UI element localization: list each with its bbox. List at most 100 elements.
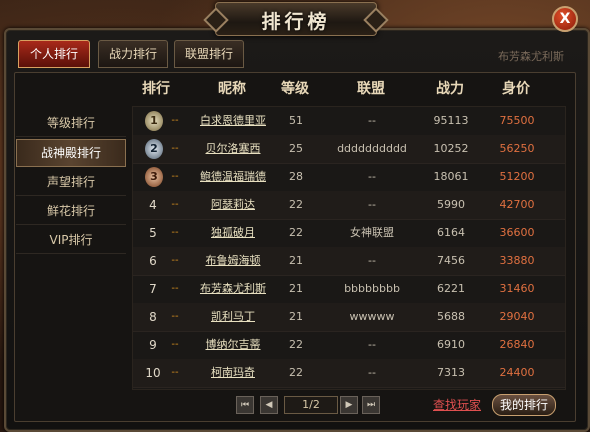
power-value: 6910: [437, 338, 465, 351]
power-value: 6221: [437, 282, 465, 295]
level-value: 21: [289, 254, 303, 267]
header-worth: 身价: [502, 81, 530, 97]
level-value: 21: [289, 282, 303, 295]
rank-number: 9: [149, 338, 157, 352]
rank-change-indicator: --: [171, 171, 179, 182]
player-name-link[interactable]: 博纳尔吉蒂: [193, 331, 273, 359]
rank-number: 10: [145, 366, 161, 380]
player-name-link[interactable]: 布鲁姆海顿: [193, 247, 273, 275]
worth-value: 31460: [499, 282, 535, 295]
rank-change-indicator: --: [171, 283, 179, 294]
my-rank-button[interactable]: 我的排行: [492, 394, 556, 416]
tab-power[interactable]: 战力排行: [98, 40, 168, 68]
table-row: 3 -- 鲍德温福瑞德 28 -- 18061 51200: [133, 163, 565, 192]
alliance-value: --: [368, 254, 376, 267]
alliance-value: 女神联盟: [350, 226, 394, 239]
rank-medal-icon: 3: [145, 167, 163, 187]
alliance-value: --: [368, 170, 376, 183]
worth-value: 75500: [499, 114, 535, 127]
level-value: 25: [289, 142, 303, 155]
rank-change-indicator: --: [171, 367, 179, 378]
header-level: 等级: [281, 81, 309, 97]
first-page-button[interactable]: ⏮: [236, 396, 254, 414]
table-row: 10 -- 柯南玛奇 22 -- 7313 24400: [133, 359, 565, 388]
table-header: 排行 昵称 等级 联盟 战力 身价: [128, 78, 566, 100]
next-page-button[interactable]: ▶: [340, 396, 358, 414]
rank-change-indicator: --: [171, 311, 179, 322]
table-row: 9 -- 博纳尔吉蒂 22 -- 6910 26840: [133, 331, 565, 360]
level-value: 51: [289, 114, 303, 127]
close-button[interactable]: X: [552, 6, 578, 32]
worth-value: 36600: [499, 226, 535, 239]
table-row: 7 -- 布芳森尤利斯 21 bbbbbbbb 6221 31460: [133, 275, 565, 304]
player-name-link[interactable]: 凯利马丁: [193, 303, 273, 331]
worth-value: 42700: [499, 198, 535, 211]
alliance-value: wwwww: [349, 310, 395, 323]
player-name-link[interactable]: 阿瑟莉达: [193, 191, 273, 219]
player-name-link[interactable]: 独孤破月: [193, 219, 273, 247]
rank-change-indicator: --: [171, 199, 179, 210]
worth-value: 56250: [499, 142, 535, 155]
power-value: 18061: [433, 170, 469, 183]
header-power: 战力: [436, 81, 464, 97]
rank-change-indicator: --: [171, 339, 179, 350]
worth-value: 26840: [499, 338, 535, 351]
title-plate: 排行榜: [215, 2, 377, 36]
background-name-hint: 布芳森尤利斯: [498, 50, 564, 63]
worth-value: 33880: [499, 254, 535, 267]
sidebar-item-reputation[interactable]: 声望排行: [16, 169, 126, 196]
rank-number: 5: [149, 226, 157, 240]
player-name-link[interactable]: 鲍德温福瑞德: [193, 163, 273, 191]
rank-number: 8: [149, 310, 157, 324]
table-row: 4 -- 阿瑟莉达 22 -- 5990 42700: [133, 191, 565, 220]
rank-change-indicator: --: [171, 255, 179, 266]
power-value: 7456: [437, 254, 465, 267]
header-rank: 排行: [142, 81, 170, 97]
alliance-value: --: [368, 366, 376, 379]
alliance-value: dddddddddd: [337, 142, 407, 155]
power-value: 5990: [437, 198, 465, 211]
rank-medal-icon: 2: [145, 139, 163, 159]
ranking-table: 排行 昵称 等级 联盟 战力 身价 1 -- 白求恩德里亚 51 -- 95113 7550…: [128, 78, 566, 390]
table-row: 2 -- 贝尔洛塞西 25 dddddddddd 10252 56250: [133, 135, 565, 164]
power-value: 5688: [437, 310, 465, 323]
power-value: 6164: [437, 226, 465, 239]
find-player-link[interactable]: 查找玩家: [433, 396, 481, 413]
player-name-link[interactable]: 贝尔洛塞西: [193, 135, 273, 163]
alliance-value: --: [368, 338, 376, 351]
sidebar-item-flower[interactable]: 鲜花排行: [16, 198, 126, 225]
player-name-link[interactable]: 布芳森尤利斯: [193, 275, 273, 303]
power-value: 10252: [433, 142, 469, 155]
table-row: 1 -- 白求恩德里亚 51 -- 95113 75500: [133, 107, 565, 136]
alliance-value: --: [368, 198, 376, 211]
table-row: 6 -- 布鲁姆海顿 21 -- 7456 33880: [133, 247, 565, 276]
sidebar-item-vip[interactable]: VIP排行: [16, 227, 126, 254]
level-value: 22: [289, 226, 303, 239]
table-body: 1 -- 白求恩德里亚 51 -- 95113 75500 2 -- 贝尔洛塞西 25 ddddddd…: [132, 106, 566, 390]
table-row: 8 -- 凯利马丁 21 wwwww 5688 29040: [133, 303, 565, 332]
player-name-link[interactable]: 白求恩德里亚: [193, 107, 273, 135]
level-value: 21: [289, 310, 303, 323]
tab-alliance[interactable]: 联盟排行: [174, 40, 244, 68]
rank-change-indicator: --: [171, 143, 179, 154]
sidebar: 等级排行 战神殿排行 声望排行 鲜花排行 VIP排行: [16, 110, 126, 256]
close-icon: X: [559, 11, 571, 27]
level-value: 22: [289, 366, 303, 379]
rank-number: 4: [149, 198, 157, 212]
first-page-icon: ⏮: [240, 400, 250, 410]
prev-page-button[interactable]: ◀: [260, 396, 278, 414]
level-value: 22: [289, 198, 303, 211]
player-name-link[interactable]: 柯南玛奇: [193, 359, 273, 387]
last-page-button[interactable]: ⏭: [362, 396, 380, 414]
sidebar-item-war-temple[interactable]: 战神殿排行: [16, 139, 126, 167]
rank-medal-icon: 1: [145, 111, 163, 131]
rank-change-indicator: --: [171, 227, 179, 238]
tab-personal[interactable]: 个人排行: [18, 40, 90, 68]
power-value: 95113: [433, 114, 469, 127]
sidebar-item-level[interactable]: 等级排行: [16, 110, 126, 137]
last-page-icon: ⏭: [366, 400, 376, 410]
rank-number: 6: [149, 254, 157, 268]
level-value: 28: [289, 170, 303, 183]
table-row: 5 -- 独孤破月 22 女神联盟 6164 36600: [133, 219, 565, 248]
alliance-value: --: [368, 114, 376, 127]
